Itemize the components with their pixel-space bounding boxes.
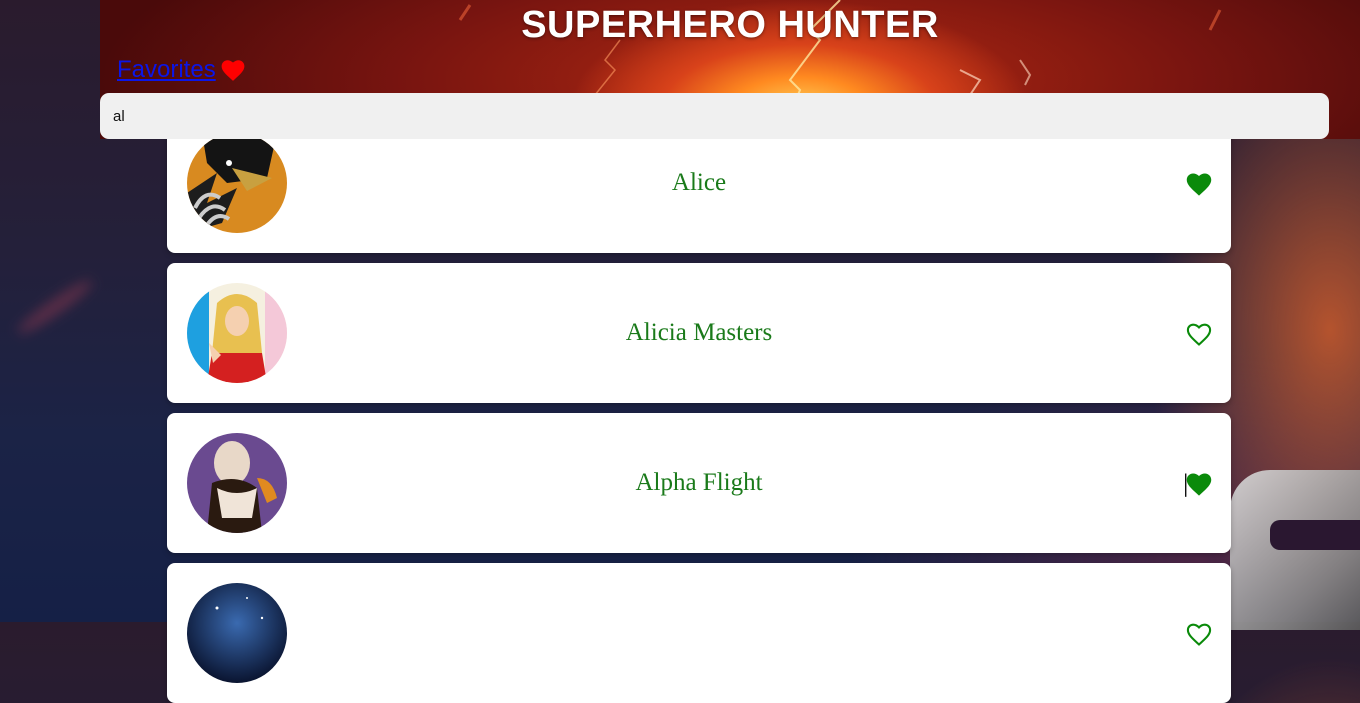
page-title: SUPERHERO HUNTER <box>521 4 939 46</box>
heart-icon <box>221 60 245 81</box>
hero-card[interactable] <box>167 563 1231 703</box>
background-logo-shape <box>1230 470 1360 630</box>
heart-filled-icon <box>1186 173 1212 196</box>
heart-outline-icon <box>1186 623 1212 646</box>
hero-avatar <box>187 283 287 383</box>
hero-card[interactable]: Alpha Flight <box>167 413 1231 553</box>
favorites-link[interactable]: Favorites <box>117 56 246 84</box>
background-streak <box>14 275 96 339</box>
hero-avatar <box>187 583 287 683</box>
heart-filled-icon <box>1185 473 1212 497</box>
heart-outline-icon <box>1186 323 1212 346</box>
search-bar <box>100 93 1329 139</box>
search-input[interactable] <box>111 106 1318 126</box>
favorite-toggle-button[interactable] <box>1185 171 1213 197</box>
hero-avatar <box>187 133 287 233</box>
hero-name: Alicia Masters <box>625 319 773 346</box>
favorite-toggle-button[interactable] <box>1185 621 1213 647</box>
hero-name: Alpha Flight <box>635 469 763 496</box>
hero-name <box>307 563 1091 703</box>
favorite-toggle-button[interactable] <box>1185 321 1213 347</box>
favorites-link-label: Favorites <box>117 56 216 83</box>
hero-avatar <box>187 433 287 533</box>
hero-card[interactable]: Alicia Masters <box>167 263 1231 403</box>
favorite-toggle-button[interactable] <box>1185 471 1213 497</box>
background-logo-cutout <box>1270 520 1360 550</box>
